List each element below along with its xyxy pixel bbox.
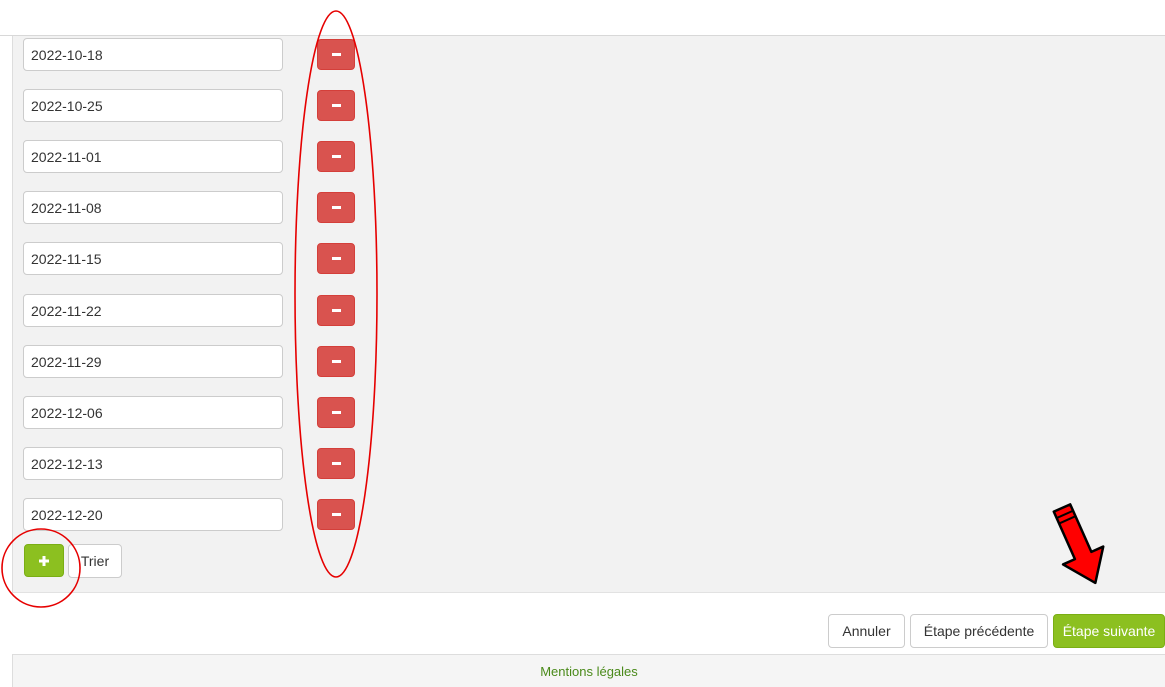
date-input[interactable] bbox=[23, 140, 283, 173]
date-input[interactable] bbox=[23, 447, 283, 480]
date-input[interactable] bbox=[23, 498, 283, 531]
plus-icon bbox=[39, 555, 49, 566]
minus-icon bbox=[331, 104, 341, 107]
legal-footer: Mentions légales bbox=[12, 654, 1165, 687]
minus-icon bbox=[331, 462, 341, 465]
sort-button[interactable]: Trier bbox=[68, 544, 122, 578]
remove-date-button[interactable] bbox=[317, 295, 355, 326]
minus-icon bbox=[331, 257, 341, 260]
remove-date-button[interactable] bbox=[317, 397, 355, 428]
date-input[interactable] bbox=[23, 345, 283, 378]
date-input[interactable] bbox=[23, 294, 283, 327]
minus-icon bbox=[331, 360, 341, 363]
next-step-button[interactable]: Étape suivante bbox=[1053, 614, 1165, 648]
date-input[interactable] bbox=[23, 242, 283, 275]
remove-date-button[interactable] bbox=[317, 39, 355, 70]
remove-date-button[interactable] bbox=[317, 90, 355, 121]
date-input[interactable] bbox=[23, 191, 283, 224]
add-date-button[interactable] bbox=[24, 544, 64, 577]
remove-date-button[interactable] bbox=[317, 499, 355, 530]
minus-icon bbox=[331, 155, 341, 158]
previous-step-button[interactable]: Étape précédente bbox=[910, 614, 1048, 648]
remove-date-button[interactable] bbox=[317, 141, 355, 172]
minus-icon bbox=[331, 206, 341, 209]
legal-notice-link[interactable]: Mentions légales bbox=[540, 664, 638, 679]
date-input[interactable] bbox=[23, 38, 283, 71]
minus-icon bbox=[331, 53, 341, 56]
browser-bookmark-strip bbox=[0, 0, 1165, 36]
minus-icon bbox=[331, 411, 341, 414]
minus-icon bbox=[331, 309, 341, 312]
date-input[interactable] bbox=[23, 89, 283, 122]
cancel-button[interactable]: Annuler bbox=[828, 614, 905, 648]
date-input[interactable] bbox=[23, 396, 283, 429]
remove-date-button[interactable] bbox=[317, 192, 355, 223]
minus-icon bbox=[331, 513, 341, 516]
remove-date-button[interactable] bbox=[317, 346, 355, 377]
remove-date-button[interactable] bbox=[317, 448, 355, 479]
remove-date-button[interactable] bbox=[317, 243, 355, 274]
